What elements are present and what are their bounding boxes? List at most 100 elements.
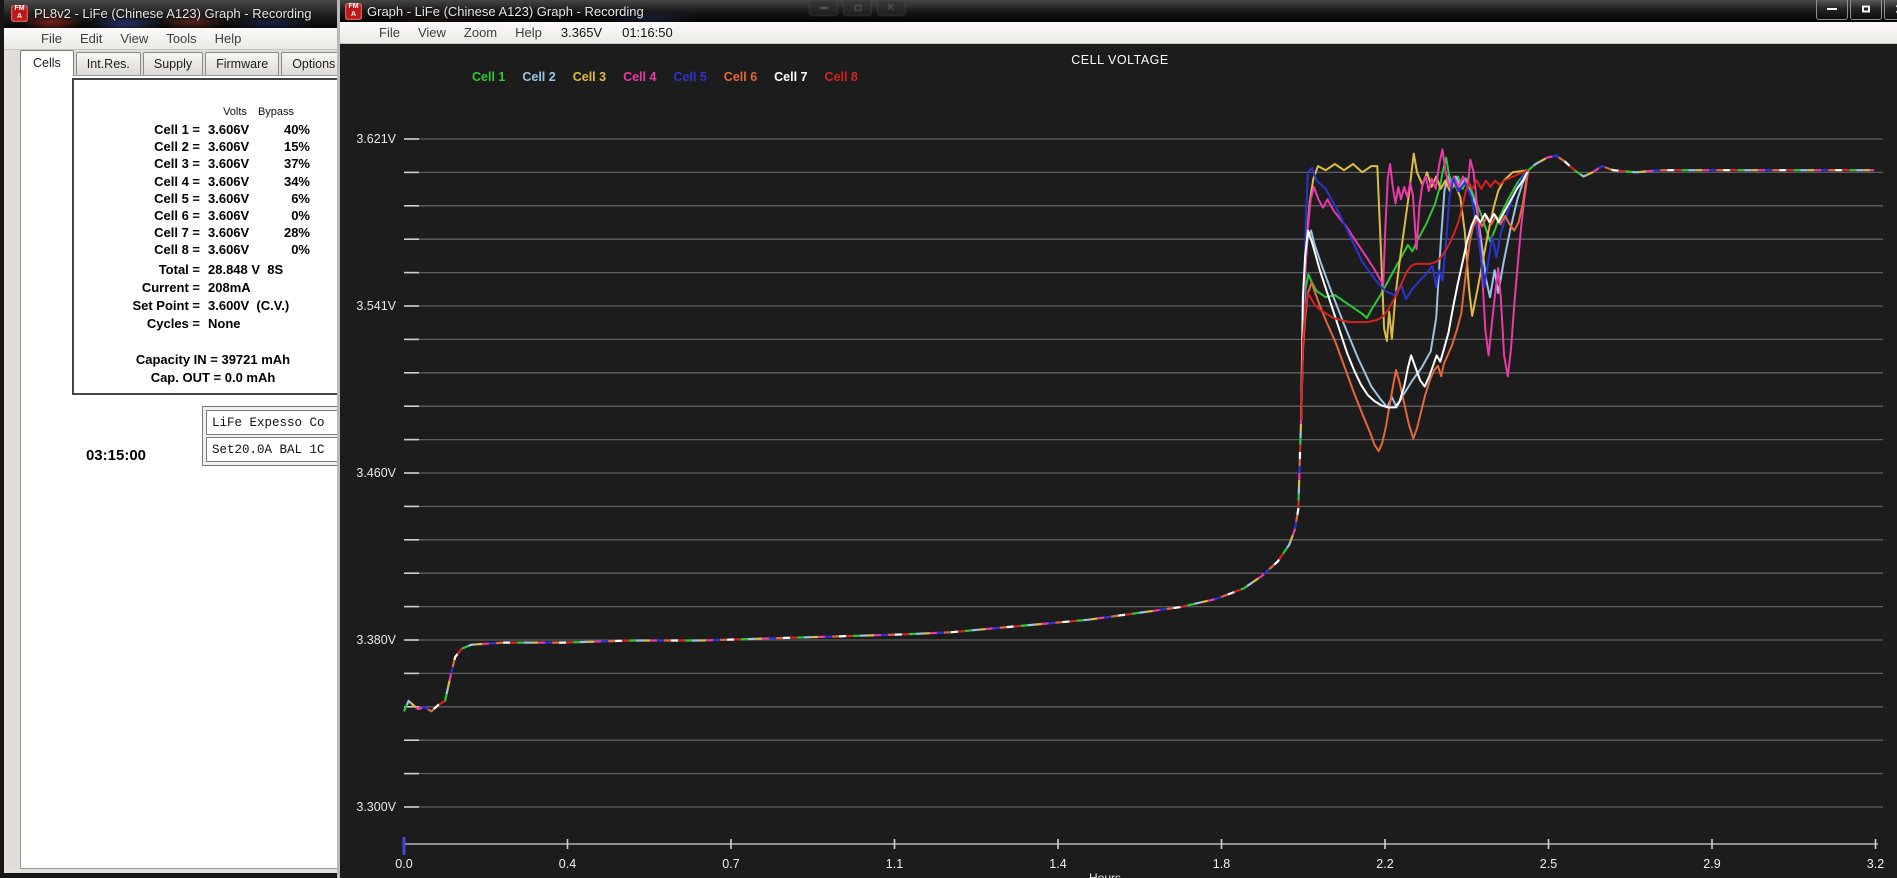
cell-name: Cell 7 = xyxy=(154,225,200,241)
legend-item-cell7: Cell 7 xyxy=(774,70,808,84)
background-close-icon xyxy=(877,1,906,16)
x-tick-label: 0.4 xyxy=(559,857,576,871)
menu-item-file[interactable]: File xyxy=(370,22,409,44)
cell-volts: 3.606V xyxy=(208,207,250,223)
tab-firmware[interactable]: Firmware xyxy=(205,52,280,75)
summary-row: Set Point = 3.600V (C.V.) xyxy=(74,298,340,313)
charger-control-window: FM A PL8v2 - LiFe (Chinese A123) Graph - … xyxy=(0,0,340,878)
cells-tab-page: Volts Bypass Cell 1 = 3.606V 40% Cell 2 = 3.… xyxy=(20,75,340,869)
legend-item-cell3: Cell 3 xyxy=(572,70,607,84)
table-row: Cell 8 = 3.606V 0% xyxy=(74,241,340,258)
cell-voltage-rows: Cell 1 = 3.606V 40% Cell 2 = 3.606V 15% Cell 3… xyxy=(74,121,340,259)
left-window-title: PL8v2 - LiFe (Chinese A123) Graph - Reco… xyxy=(34,6,312,21)
background-minimize-icon xyxy=(809,1,838,16)
summary-row: Total = 28.848 V 8S xyxy=(74,262,340,277)
cell-name: Cell 6 = xyxy=(154,207,200,223)
x-tick-label: 3.2 xyxy=(1867,857,1884,871)
table-row: Cell 7 = 3.606V 28% xyxy=(74,224,340,241)
cell-volts: 3.606V xyxy=(208,173,250,189)
right-window-title: Graph - LiFe (Chinese A123) Graph - Reco… xyxy=(367,4,644,19)
summary-value: 208mA xyxy=(208,280,251,295)
capacity-row: Cap. OUT = 0.0 mAh xyxy=(150,370,276,385)
chart-area: CELL VOLTAGE Cell 1 Cell 2 Cell 3 Cell 4 Cel… xyxy=(340,44,1897,878)
merged-dash-6 xyxy=(402,419,1303,713)
close-button[interactable] xyxy=(1884,0,1897,20)
menu-item-file[interactable]: File xyxy=(32,28,71,50)
tab-supply[interactable]: Supply xyxy=(142,52,204,75)
cell-name: Cell 1 = xyxy=(154,122,200,137)
status-pack-voltage: 3.365V xyxy=(560,25,603,40)
x-tick-label: 0.7 xyxy=(722,857,739,871)
desktop: { "left_window": { "title": "PL8v2 - LiF… xyxy=(0,0,1897,878)
chart-legend: Cell 1 Cell 2 Cell 3 Cell 4 Cell 5 Cell 6 Cell… xyxy=(472,70,858,84)
cell-name: Cell 4 = xyxy=(154,173,200,189)
left-title-bar[interactable]: FM A PL8v2 - LiFe (Chinese A123) Graph - … xyxy=(4,0,340,28)
menu-item-view[interactable]: View xyxy=(409,22,455,44)
summary-label: Current = xyxy=(141,280,200,295)
summary-label: Total = xyxy=(158,262,200,277)
x-tick-label: 1.4 xyxy=(1049,857,1066,871)
y-tick-label: 3.380V xyxy=(356,633,396,647)
table-row: Cell 3 = 3.606V 37% xyxy=(74,155,340,172)
elapsed-timer: 03:15:00 xyxy=(85,447,147,464)
x-tick-label: 2.9 xyxy=(1703,857,1720,871)
chart-title: CELL VOLTAGE xyxy=(1071,53,1169,67)
merged-dash-3 xyxy=(402,419,1303,713)
menu-item-help[interactable]: Help xyxy=(506,22,551,44)
tab-options[interactable]: Options xyxy=(281,52,340,75)
legend-item-cell1: Cell 1 xyxy=(472,70,506,84)
table-row: Cell 1 = 3.606V 40% xyxy=(74,121,340,138)
cell-bypass: 28% xyxy=(283,225,310,241)
cell-name: Cell 2 = xyxy=(154,139,200,155)
y-tick-label: 3.300V xyxy=(356,800,396,814)
cell-volts: 3.606V xyxy=(208,190,250,206)
tab-intres[interactable]: Int.Res. xyxy=(75,52,141,75)
series-cell1 xyxy=(1300,156,1530,421)
menu-item-zoom[interactable]: Zoom xyxy=(455,22,506,44)
cell-volts: 3.606V xyxy=(208,156,250,172)
preset-name-field[interactable] xyxy=(206,410,340,435)
right-menu-bar: File View Zoom Help 3.365V 01:16:50 xyxy=(340,22,1897,44)
maximize-button[interactable] xyxy=(1850,0,1882,20)
table-row: Cell 2 = 3.606V 15% xyxy=(74,138,340,155)
tab-cells[interactable]: Cells xyxy=(20,50,74,76)
status-elapsed-time: 01:16:50 xyxy=(622,25,673,40)
table-row: Cell 5 = 3.606V 6% xyxy=(74,190,340,207)
gridlines: 3.621V 3.541V 3.460V 3.380V 3.300V xyxy=(356,132,1883,814)
graph-window: FM A Graph - LiFe (Chinese A123) Graph - … xyxy=(337,0,1897,878)
window-caption-buttons xyxy=(1816,0,1897,20)
menu-item-view[interactable]: View xyxy=(111,28,157,50)
menu-item-edit[interactable]: Edit xyxy=(71,28,111,50)
minimize-button[interactable] xyxy=(1816,0,1848,20)
tab-strip: CellsInt.Res.SupplyFirmwareOptionsPr xyxy=(20,49,340,76)
summary-value: None xyxy=(208,316,241,331)
cell-bypass: 6% xyxy=(291,190,310,206)
legend-item-cell8: Cell 8 xyxy=(824,70,858,84)
merged-dash-1 xyxy=(402,419,1303,713)
preset-settings-field[interactable] xyxy=(206,437,340,462)
capacity-row: Capacity IN = 39721 mAh xyxy=(135,352,291,367)
menu-item-tools[interactable]: Tools xyxy=(157,28,205,50)
cell-status-groupbox: Volts Bypass Cell 1 = 3.606V 40% Cell 2 = 3.… xyxy=(72,78,340,395)
merged-dash-4 xyxy=(402,419,1303,713)
x-tick-label: 1.8 xyxy=(1213,857,1230,871)
cell-bypass: 40% xyxy=(283,122,310,137)
menu-item-help[interactable]: Help xyxy=(206,28,251,50)
fma-app-icon: FM A xyxy=(11,5,28,22)
y-tick-label: 3.460V xyxy=(356,466,396,480)
table-row: Cell 6 = 3.606V 0% xyxy=(74,207,340,224)
cell-bypass: 0% xyxy=(291,207,310,223)
summary-value: 28.848 V 8S xyxy=(208,262,284,277)
right-title-bar[interactable]: FM A Graph - LiFe (Chinese A123) Graph - … xyxy=(340,0,1897,22)
legend-item-cell2: Cell 2 xyxy=(522,70,556,84)
merged-dash-7 xyxy=(402,419,1303,713)
merged-dash-0 xyxy=(1527,154,1875,178)
y-tick-label: 3.621V xyxy=(356,132,396,146)
x-tick-label: 2.5 xyxy=(1540,857,1557,871)
merged-dash-0 xyxy=(402,419,1303,713)
summary-label: Set Point = xyxy=(132,298,200,313)
series-cell4 xyxy=(1300,148,1530,421)
cell-bypass: 34% xyxy=(283,173,310,189)
x-tick-label: 0.0 xyxy=(395,857,412,871)
x-axis: 0.0 0.4 0.7 1.1 1.4 1.8 2.2 2.5 2.9 3.2 xyxy=(395,837,1884,871)
